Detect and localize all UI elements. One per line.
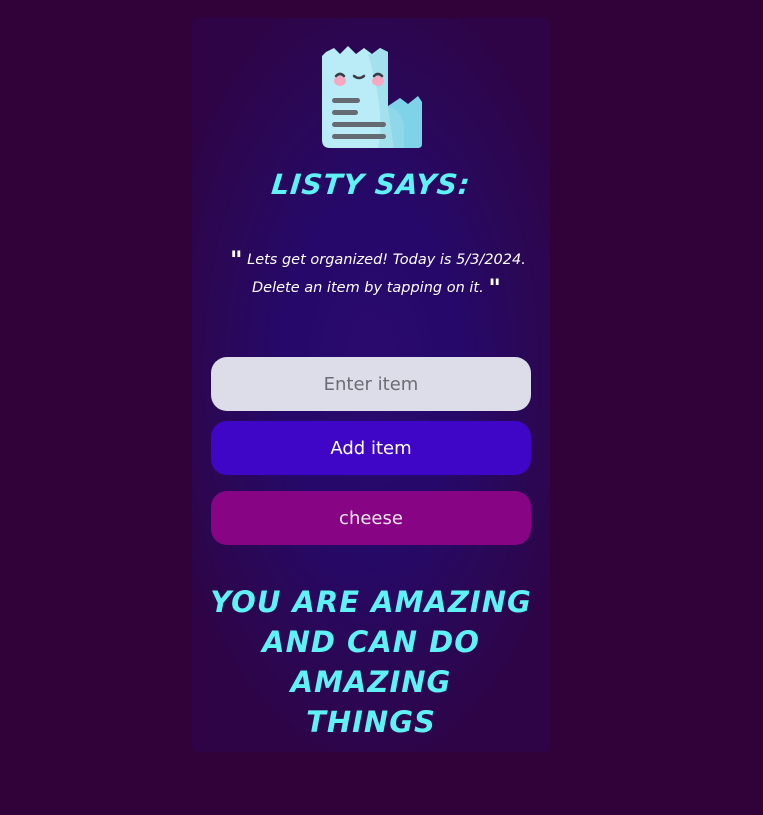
close-quote-mark: " xyxy=(488,274,501,302)
greeting-message: " Lets get organized! Today is 5/3/2024.… xyxy=(222,246,540,302)
item-input[interactable] xyxy=(211,357,531,411)
motivation-line-3: THINGS xyxy=(306,705,436,739)
receipt-mascot-icon xyxy=(322,46,422,148)
app-page: LISTY SAYS: " Lets get organized! Today … xyxy=(0,0,763,815)
motivation-line-2: AND CAN DO AMAZING xyxy=(262,625,480,699)
greeting-text-2: Delete an item by tapping on it. xyxy=(252,280,484,296)
list-item-label: cheese xyxy=(339,507,403,529)
motivation-message: YOU ARE AMAZING AND CAN DO AMAZING THING… xyxy=(192,582,550,742)
list-item[interactable]: cheese xyxy=(211,491,531,545)
greeting-line-1: " Lets get organized! Today is 5/3/2024. xyxy=(222,246,540,274)
greeting-text-1: Lets get organized! Today is 5/3/2024. xyxy=(247,252,526,268)
add-item-label: Add item xyxy=(330,437,412,459)
open-quote-mark: " xyxy=(230,246,243,274)
add-item-button[interactable]: Add item xyxy=(211,421,531,475)
page-title: LISTY SAYS: xyxy=(269,168,473,201)
greeting-line-2: Delete an item by tapping on it. " xyxy=(222,274,540,302)
motivation-line-1: YOU ARE AMAZING xyxy=(210,585,532,619)
